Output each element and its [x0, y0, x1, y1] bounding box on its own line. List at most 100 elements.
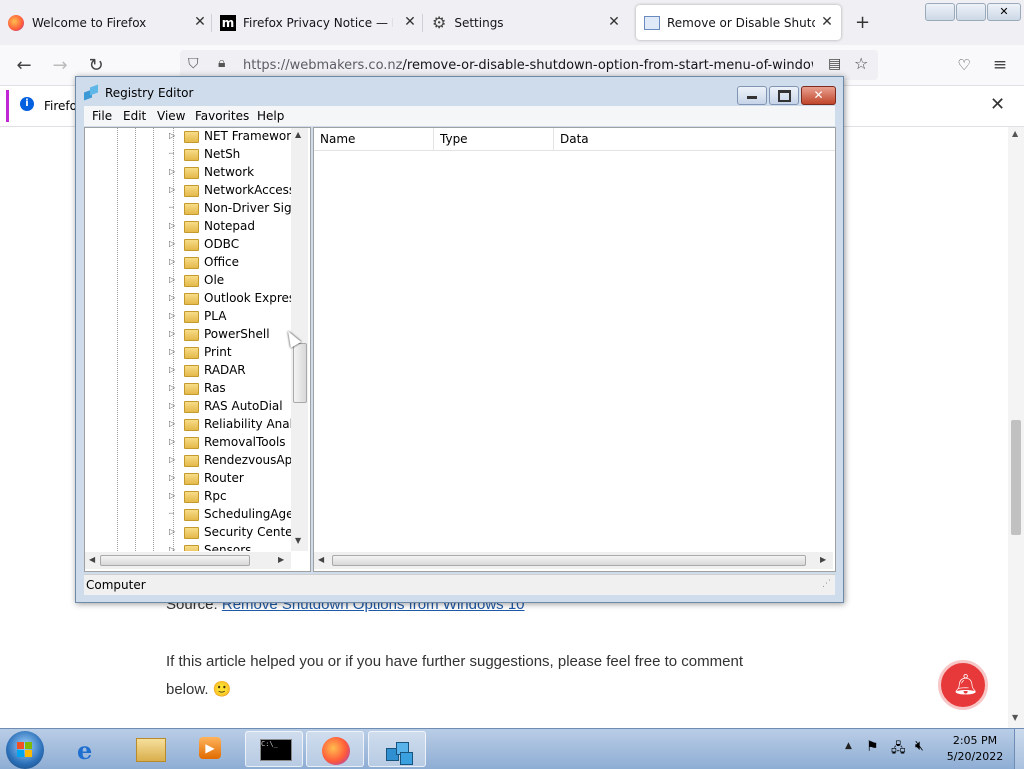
expand-arrow-icon[interactable]: ▷ — [169, 527, 175, 536]
regedit-close-button[interactable]: ✕ — [801, 86, 836, 105]
tree-item[interactable]: ┈ SchedulingAgen — [85, 506, 291, 524]
tree-scroll-thumb[interactable] — [293, 343, 307, 403]
file-explorer-taskbar-button[interactable] — [121, 731, 179, 767]
tree-item[interactable]: ▷ Office — [85, 254, 290, 272]
expand-arrow-icon[interactable]: ▷ — [169, 347, 175, 356]
tab-welcome[interactable]: Welcome to Firefox ✕ — [8, 5, 208, 40]
tree-item[interactable]: ▷ Ole — [85, 272, 290, 290]
tree-item[interactable]: ▷ Router — [85, 470, 290, 488]
expand-arrow-icon[interactable]: ▷ — [169, 275, 175, 284]
tree-item[interactable]: ▷ Sensors — [85, 542, 290, 551]
reload-icon[interactable]: ↻ — [84, 53, 108, 77]
show-hidden-icons-arrow[interactable]: ▲ — [845, 741, 852, 751]
scroll-left-arrow-icon[interactable]: ◀ — [318, 555, 324, 564]
scroll-down-arrow-icon[interactable]: ▼ — [295, 536, 301, 545]
tree-item[interactable]: ▷ Notepad — [85, 218, 290, 236]
scroll-right-arrow-icon[interactable]: ▶ — [820, 555, 826, 564]
clock[interactable]: 2:05 PM 5/20/2022 — [940, 733, 1010, 765]
expand-arrow-icon[interactable]: ▷ — [169, 401, 175, 410]
expand-arrow-icon[interactable]: ▷ — [169, 383, 175, 392]
expand-arrow-icon[interactable]: ▷ — [169, 437, 175, 446]
lock-icon[interactable]: 🔒︎ — [218, 55, 225, 71]
resize-grip-icon[interactable]: ⋰ — [822, 579, 831, 589]
forward-arrow-icon[interactable]: → — [48, 53, 72, 77]
list-horizontal-scrollbar[interactable]: ◀ ▶ — [314, 552, 833, 569]
start-button[interactable] — [6, 731, 44, 769]
restore-button[interactable] — [956, 3, 986, 21]
expand-arrow-icon[interactable]: ▷ — [169, 455, 175, 464]
page-scrollbar[interactable]: ▲ ▼ — [1008, 127, 1024, 728]
values-list[interactable]: Name Type Data ◀ ▶ — [313, 127, 836, 572]
tree-item[interactable]: ▷ RemovalTools — [85, 434, 290, 452]
tree-item[interactable]: ▷ Reliability Analys — [85, 416, 291, 434]
tree-item[interactable]: ▷ RAS AutoDial — [85, 398, 290, 416]
expand-arrow-icon[interactable]: ▷ — [169, 257, 175, 266]
expand-arrow-icon[interactable]: ▷ — [169, 185, 175, 194]
page-scroll-thumb[interactable] — [1011, 420, 1021, 535]
expand-arrow-icon[interactable]: ▷ — [169, 221, 175, 230]
tree-item[interactable]: ▷ Print — [85, 344, 290, 362]
expand-arrow-icon[interactable]: ▷ — [169, 131, 175, 140]
tree-item[interactable]: ▷ PLA — [85, 308, 290, 326]
close-icon[interactable]: ✕ — [990, 94, 1005, 115]
expand-arrow-icon[interactable]: ▷ — [169, 419, 175, 428]
media-player-taskbar-button[interactable]: ▶ — [181, 731, 239, 767]
reader-view-icon[interactable]: ▤ — [828, 56, 841, 72]
tree-item[interactable]: ▷ NET Framework — [85, 128, 291, 146]
regedit-maximize-button[interactable] — [769, 86, 799, 105]
expand-arrow-icon[interactable]: ▷ — [169, 311, 175, 320]
menu-view[interactable]: View — [157, 109, 185, 123]
show-desktop-button[interactable] — [1014, 729, 1024, 769]
shield-icon[interactable]: ⛉ — [188, 56, 199, 72]
tree-item[interactable]: ▷ Security Center — [85, 524, 291, 542]
tab-privacy-notice[interactable]: m Firefox Privacy Notice — Mo ✕ — [220, 5, 418, 40]
minimize-button[interactable] — [925, 3, 955, 21]
expand-arrow-icon[interactable]: ▷ — [169, 365, 175, 374]
scroll-up-arrow-icon[interactable]: ▲ — [295, 130, 301, 139]
tree-item[interactable]: ▷ NetworkAccessP — [85, 182, 291, 200]
back-arrow-icon[interactable]: ← — [12, 53, 36, 77]
expand-arrow-icon[interactable]: ▷ — [169, 329, 175, 338]
tree-item[interactable]: ▷ ODBC — [85, 236, 290, 254]
regedit-minimize-button[interactable] — [737, 86, 767, 105]
bookmark-star-icon[interactable]: ☆ — [854, 54, 868, 73]
tree-item[interactable]: ▷ Network — [85, 164, 290, 182]
tree-hscroll-thumb[interactable] — [100, 555, 250, 566]
tree-item[interactable]: ▷ Rpc — [85, 488, 290, 506]
tab-remove-shutdown[interactable]: Remove or Disable Shutdown ✕ — [636, 5, 841, 40]
column-name-header[interactable]: Name — [314, 128, 434, 150]
command-prompt-taskbar-button[interactable]: C:\_ — [245, 731, 303, 767]
scroll-up-arrow-icon[interactable]: ▲ — [1012, 129, 1018, 138]
tree-item[interactable]: ▷ RendezvousApp — [85, 452, 291, 470]
menu-icon[interactable]: ≡ — [988, 53, 1012, 77]
scroll-right-arrow-icon[interactable]: ▶ — [278, 555, 284, 564]
url-text[interactable]: https://webmakers.co.nz/remove-or-disabl… — [243, 58, 813, 73]
pocket-icon[interactable]: ♡ — [952, 53, 976, 77]
scroll-left-arrow-icon[interactable]: ◀ — [89, 555, 95, 564]
tree-item[interactable]: ┈ NetSh — [85, 146, 290, 164]
internet-explorer-taskbar-button[interactable]: e — [61, 731, 119, 767]
tree-item[interactable]: ▷ PowerShell — [85, 326, 290, 344]
column-data-header[interactable]: Data — [554, 128, 714, 150]
new-tab-button[interactable]: + — [855, 12, 870, 33]
expand-arrow-icon[interactable]: ▷ — [169, 545, 175, 551]
close-window-button[interactable]: ✕ — [987, 3, 1021, 21]
list-hscroll-thumb[interactable] — [332, 555, 806, 566]
close-tab-icon[interactable]: ✕ — [819, 14, 835, 30]
menu-file[interactable]: File — [92, 109, 112, 123]
registry-editor-taskbar-button[interactable] — [368, 731, 426, 767]
expand-arrow-icon[interactable]: ▷ — [169, 167, 175, 176]
registry-tree[interactable]: ▷ NET Framework ┈ NetSh ▷ Network ▷ NetworkAcce… — [84, 127, 311, 572]
scroll-down-arrow-icon[interactable]: ▼ — [1012, 713, 1018, 722]
action-center-flag-icon[interactable]: ⚑ — [866, 739, 879, 755]
firefox-taskbar-button[interactable] — [306, 731, 364, 767]
expand-arrow-icon[interactable]: ▷ — [169, 293, 175, 302]
close-tab-icon[interactable]: ✕ — [192, 14, 208, 30]
tree-item[interactable]: ▷ Ras — [85, 380, 290, 398]
notification-bell-button[interactable]: 🔔︎ — [938, 660, 988, 710]
expand-arrow-icon[interactable]: ▷ — [169, 491, 175, 500]
menu-help[interactable]: Help — [257, 109, 284, 123]
tree-item[interactable]: ┈ Non-Driver Sign — [85, 200, 291, 218]
menu-edit[interactable]: Edit — [123, 109, 146, 123]
tree-horizontal-scrollbar[interactable]: ◀ ▶ — [85, 552, 291, 569]
